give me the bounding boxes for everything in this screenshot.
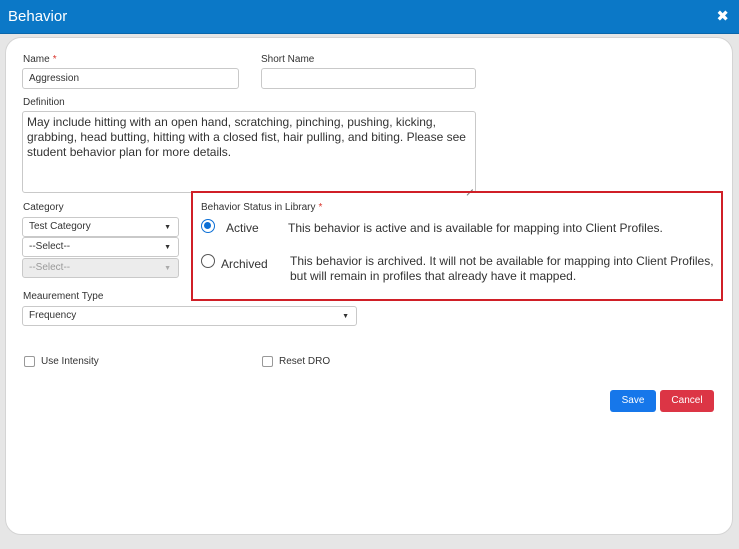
measurement-type-value: Frequency <box>29 310 77 321</box>
use-intensity-label: Use Intensity <box>41 356 99 367</box>
dialog-title-bar: Behavior ✖ <box>0 0 739 34</box>
definition-textarea[interactable]: May include hitting with an open hand, s… <box>22 111 476 193</box>
measurement-type-select[interactable]: Frequency ▼ <box>22 306 357 326</box>
subcategory-select-value: --Select-- <box>29 241 71 252</box>
status-active-label[interactable]: Active <box>226 221 259 235</box>
dialog-title: Behavior <box>8 8 68 25</box>
status-archived-label[interactable]: Archived <box>221 257 268 271</box>
sub-subcategory-select-value: --Select-- <box>29 262 71 273</box>
sub-subcategory-select: --Select-- ▼ <box>22 258 179 278</box>
status-archived-description: This behavior is archived. It will not b… <box>290 254 714 283</box>
reset-dro-checkbox[interactable] <box>262 356 273 367</box>
definition-text: May include hitting with an open hand, s… <box>27 115 466 159</box>
status-active-description: This behavior is active and is available… <box>288 221 663 235</box>
reset-dro-label: Reset DRO <box>279 356 331 367</box>
chevron-down-icon: ▼ <box>164 265 171 272</box>
use-intensity-checkbox[interactable] <box>24 356 35 367</box>
save-button[interactable]: Save <box>610 390 656 412</box>
required-mark: * <box>52 54 57 65</box>
short-name-input[interactable] <box>261 68 476 89</box>
measurement-type-label: Meaurement Type <box>23 291 104 302</box>
status-active-radio[interactable] <box>201 219 215 233</box>
required-mark: * <box>318 202 323 213</box>
status-archived-radio[interactable] <box>201 254 215 268</box>
subcategory-select[interactable]: --Select-- ▼ <box>22 237 179 257</box>
category-select[interactable]: Test Category ▼ <box>22 217 179 237</box>
cancel-button[interactable]: Cancel <box>660 390 714 412</box>
category-select-value: Test Category <box>29 221 91 232</box>
name-label: Name * <box>23 54 57 65</box>
chevron-down-icon: ▼ <box>164 244 171 251</box>
resize-handle-icon[interactable] <box>465 182 473 190</box>
short-name-label: Short Name <box>261 54 315 65</box>
chevron-down-icon: ▼ <box>164 224 171 231</box>
status-label: Behavior Status in Library * <box>201 202 323 213</box>
category-label: Category <box>23 202 64 213</box>
close-icon[interactable]: ✖ <box>716 7 729 25</box>
name-input[interactable]: Aggression <box>22 68 239 89</box>
chevron-down-icon: ▼ <box>342 313 349 320</box>
definition-label: Definition <box>23 97 65 108</box>
